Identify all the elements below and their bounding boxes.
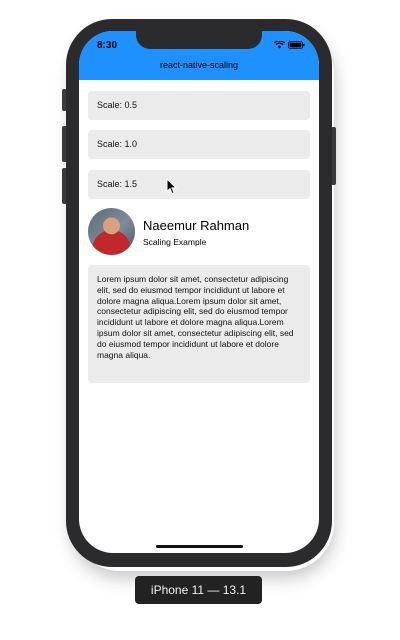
profile-subtitle: Scaling Example (143, 237, 207, 247)
lorem-text-box: Lorem ipsum dolor sit amet, consectetur … (88, 265, 310, 383)
profile-name: Naeemur Rahman (143, 218, 250, 233)
device-label: iPhone 11 — 13.1 (135, 576, 262, 604)
status-icons (274, 41, 305, 49)
scale-1-5-button[interactable]: Scale: 1.5 (88, 170, 310, 199)
scale-0-5-button[interactable]: Scale: 0.5 (88, 91, 310, 120)
phone-screen: 8:30 react-native-scaling Scale: 0.5 Sca… (79, 31, 319, 553)
notch (136, 31, 262, 49)
status-time: 8:30 (97, 40, 118, 51)
app-title: react-native-scaling (159, 60, 239, 70)
cursor-icon (166, 177, 178, 200)
avatar (88, 208, 135, 255)
profile-card: Naeemur Rahman Scaling Example (88, 208, 310, 258)
battery-icon (288, 41, 305, 49)
wifi-icon (274, 41, 285, 49)
home-indicator[interactable] (156, 545, 243, 548)
scale-1-0-button[interactable]: Scale: 1.0 (88, 130, 310, 159)
app-header: 8:30 react-native-scaling (79, 31, 319, 80)
